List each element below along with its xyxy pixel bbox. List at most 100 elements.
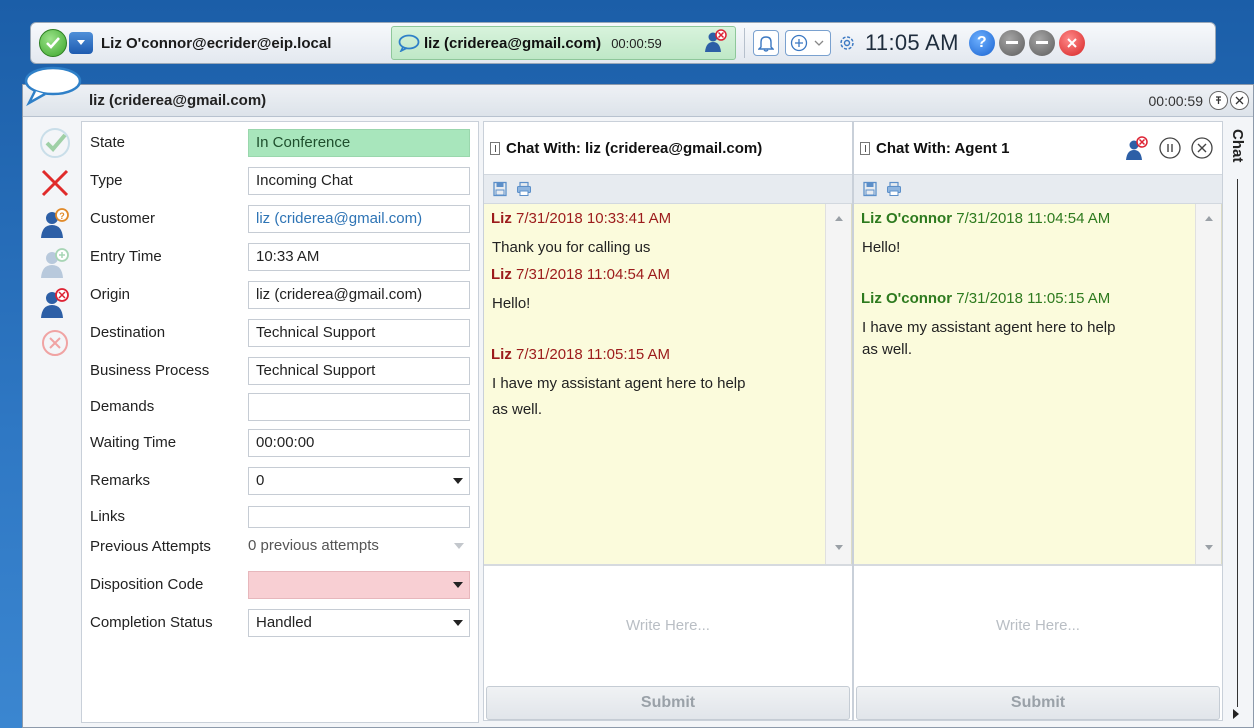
window-timer: 00:00:59	[1148, 92, 1204, 109]
close-button[interactable]	[1058, 30, 1085, 56]
remove-agent-button[interactable]	[33, 283, 77, 323]
restore-button[interactable]	[1028, 30, 1055, 56]
save-icon[interactable]	[492, 181, 508, 197]
prop-remarks: Remarks 0	[82, 466, 478, 495]
help-button[interactable]: ?	[968, 30, 995, 56]
prop-disposition-code: Disposition Code	[82, 570, 478, 599]
gear-icon	[840, 36, 854, 50]
pin-window-button[interactable]	[1209, 91, 1228, 110]
chevron-down-icon	[77, 40, 85, 45]
prop-label: Entry Time	[90, 248, 162, 265]
chat-rail-label: Chat	[1229, 129, 1246, 163]
prop-links: Links	[82, 505, 478, 528]
close-icon[interactable]	[1190, 136, 1214, 160]
destination-field: Technical Support	[248, 318, 470, 347]
remarks-select[interactable]: 0	[248, 466, 470, 495]
customer-link[interactable]: liz (criderea@gmail.com)	[248, 204, 470, 233]
agent-submit-button[interactable]: Submit	[856, 686, 1220, 720]
status-dropdown-button[interactable]	[69, 32, 93, 54]
plus-circle-icon	[790, 34, 808, 52]
active-session-tab[interactable]: liz (criderea@gmail.com) 00:00:59	[391, 26, 736, 60]
chevron-down-icon	[454, 542, 464, 549]
disposition-code-select[interactable]	[248, 570, 470, 599]
session-timer: 00:00:59	[611, 35, 662, 51]
message-text: Thank you for calling us	[492, 239, 651, 256]
session-name: liz (criderea@gmail.com)	[424, 34, 602, 52]
accept-button[interactable]	[33, 123, 77, 163]
state-field: In Conference	[248, 128, 470, 157]
prop-label: Links	[90, 508, 126, 525]
minimize-button[interactable]	[998, 30, 1025, 56]
message-header: Liz O'connor 7/31/2018 11:04:54 AM	[861, 210, 1110, 227]
agent-chat-log: Liz O'connor 7/31/2018 11:04:54 AM Hello…	[854, 204, 1222, 564]
chat-scrollbar[interactable]	[825, 204, 851, 564]
message-text: I have my assistant agent here to help	[492, 375, 746, 392]
rail-divider	[1237, 179, 1238, 707]
prop-label: Business Process	[90, 362, 210, 379]
agent-chat-title: Chat With: Agent 1	[876, 139, 1010, 157]
accept-check-icon	[40, 128, 70, 158]
consult-agent-icon: ?	[41, 208, 69, 238]
save-icon[interactable]	[862, 181, 878, 197]
chevron-down-icon	[453, 477, 463, 484]
message-text: as well.	[492, 401, 543, 418]
customer-chat-tools	[484, 174, 852, 204]
message-text: Hello!	[862, 239, 901, 256]
pause-icon[interactable]	[1158, 136, 1182, 160]
message-header: Liz O'connor 7/31/2018 11:05:15 AM	[861, 290, 1110, 307]
message-sender: Liz	[491, 266, 512, 283]
business-process-field: Technical Support	[248, 356, 470, 385]
chat-scrollbar[interactable]	[1195, 204, 1221, 564]
previous-attempts-select[interactable]: 0 previous attempts	[248, 532, 470, 561]
agent-chat-tools	[854, 174, 1222, 204]
prop-label: Type	[90, 172, 123, 189]
customer-chat-input[interactable]: Write Here...	[484, 564, 852, 684]
pin-icon[interactable]	[860, 141, 870, 155]
print-icon[interactable]	[516, 181, 532, 197]
end-interaction-button[interactable]	[33, 323, 77, 363]
close-window-button[interactable]	[1230, 91, 1249, 110]
customer-submit-button[interactable]: Submit	[486, 686, 850, 720]
chat-side-rail[interactable]: Chat	[1227, 121, 1249, 725]
message-sender: Liz	[491, 346, 512, 363]
message-time: 7/31/2018 11:05:15 AM	[516, 346, 671, 363]
reject-button[interactable]	[33, 163, 77, 203]
message-text: I have my assistant agent here to help	[862, 319, 1116, 336]
close-circle-icon	[42, 330, 68, 356]
remove-agent-icon[interactable]	[1124, 135, 1150, 161]
new-interaction-button[interactable]	[785, 30, 831, 56]
transfer-agent-button[interactable]	[33, 243, 77, 283]
print-icon[interactable]	[886, 181, 902, 197]
demands-field[interactable]	[248, 392, 470, 421]
scroll-up-icon[interactable]	[1205, 216, 1213, 221]
prop-label: Remarks	[90, 472, 151, 489]
origin-field: liz (criderea@gmail.com)	[248, 280, 470, 309]
agent-status-button[interactable]	[39, 29, 67, 57]
chat-input-placeholder: Write Here...	[996, 616, 1080, 634]
settings-button[interactable]	[837, 33, 857, 53]
chat-input-placeholder: Write Here...	[626, 616, 710, 634]
clock: 11:05 AM	[865, 30, 959, 55]
chevron-down-icon	[814, 40, 824, 46]
scroll-up-icon[interactable]	[835, 216, 843, 221]
scroll-down-icon[interactable]	[1205, 545, 1213, 550]
message-time: 7/31/2018 11:05:15 AM	[956, 290, 1111, 307]
links-field[interactable]	[248, 505, 470, 528]
notifications-button[interactable]	[753, 30, 779, 56]
customer-chat-title: Chat With: liz (criderea@gmail.com)	[506, 139, 763, 157]
agent-chat-input[interactable]: Write Here...	[854, 564, 1222, 684]
prop-label: Disposition Code	[90, 576, 204, 593]
message-time: 7/31/2018 11:04:54 AM	[516, 266, 671, 283]
remove-agent-button[interactable]	[703, 28, 729, 58]
message-text: Hello!	[492, 295, 531, 312]
prop-waiting-time: Waiting Time 00:00:00	[82, 428, 478, 457]
completion-status-select[interactable]: Handled	[248, 608, 470, 637]
scroll-down-icon[interactable]	[835, 545, 843, 550]
consult-agent-button[interactable]: ?	[33, 203, 77, 243]
pin-icon[interactable]	[490, 141, 500, 155]
prop-label: Customer	[90, 210, 156, 227]
expand-arrow-icon[interactable]	[1233, 709, 1239, 719]
customer-chat-log: Liz 7/31/2018 10:33:41 AM Thank you for …	[484, 204, 852, 564]
prop-customer: Customer liz (criderea@gmail.com)	[82, 204, 478, 233]
prop-label: Origin	[90, 286, 131, 303]
